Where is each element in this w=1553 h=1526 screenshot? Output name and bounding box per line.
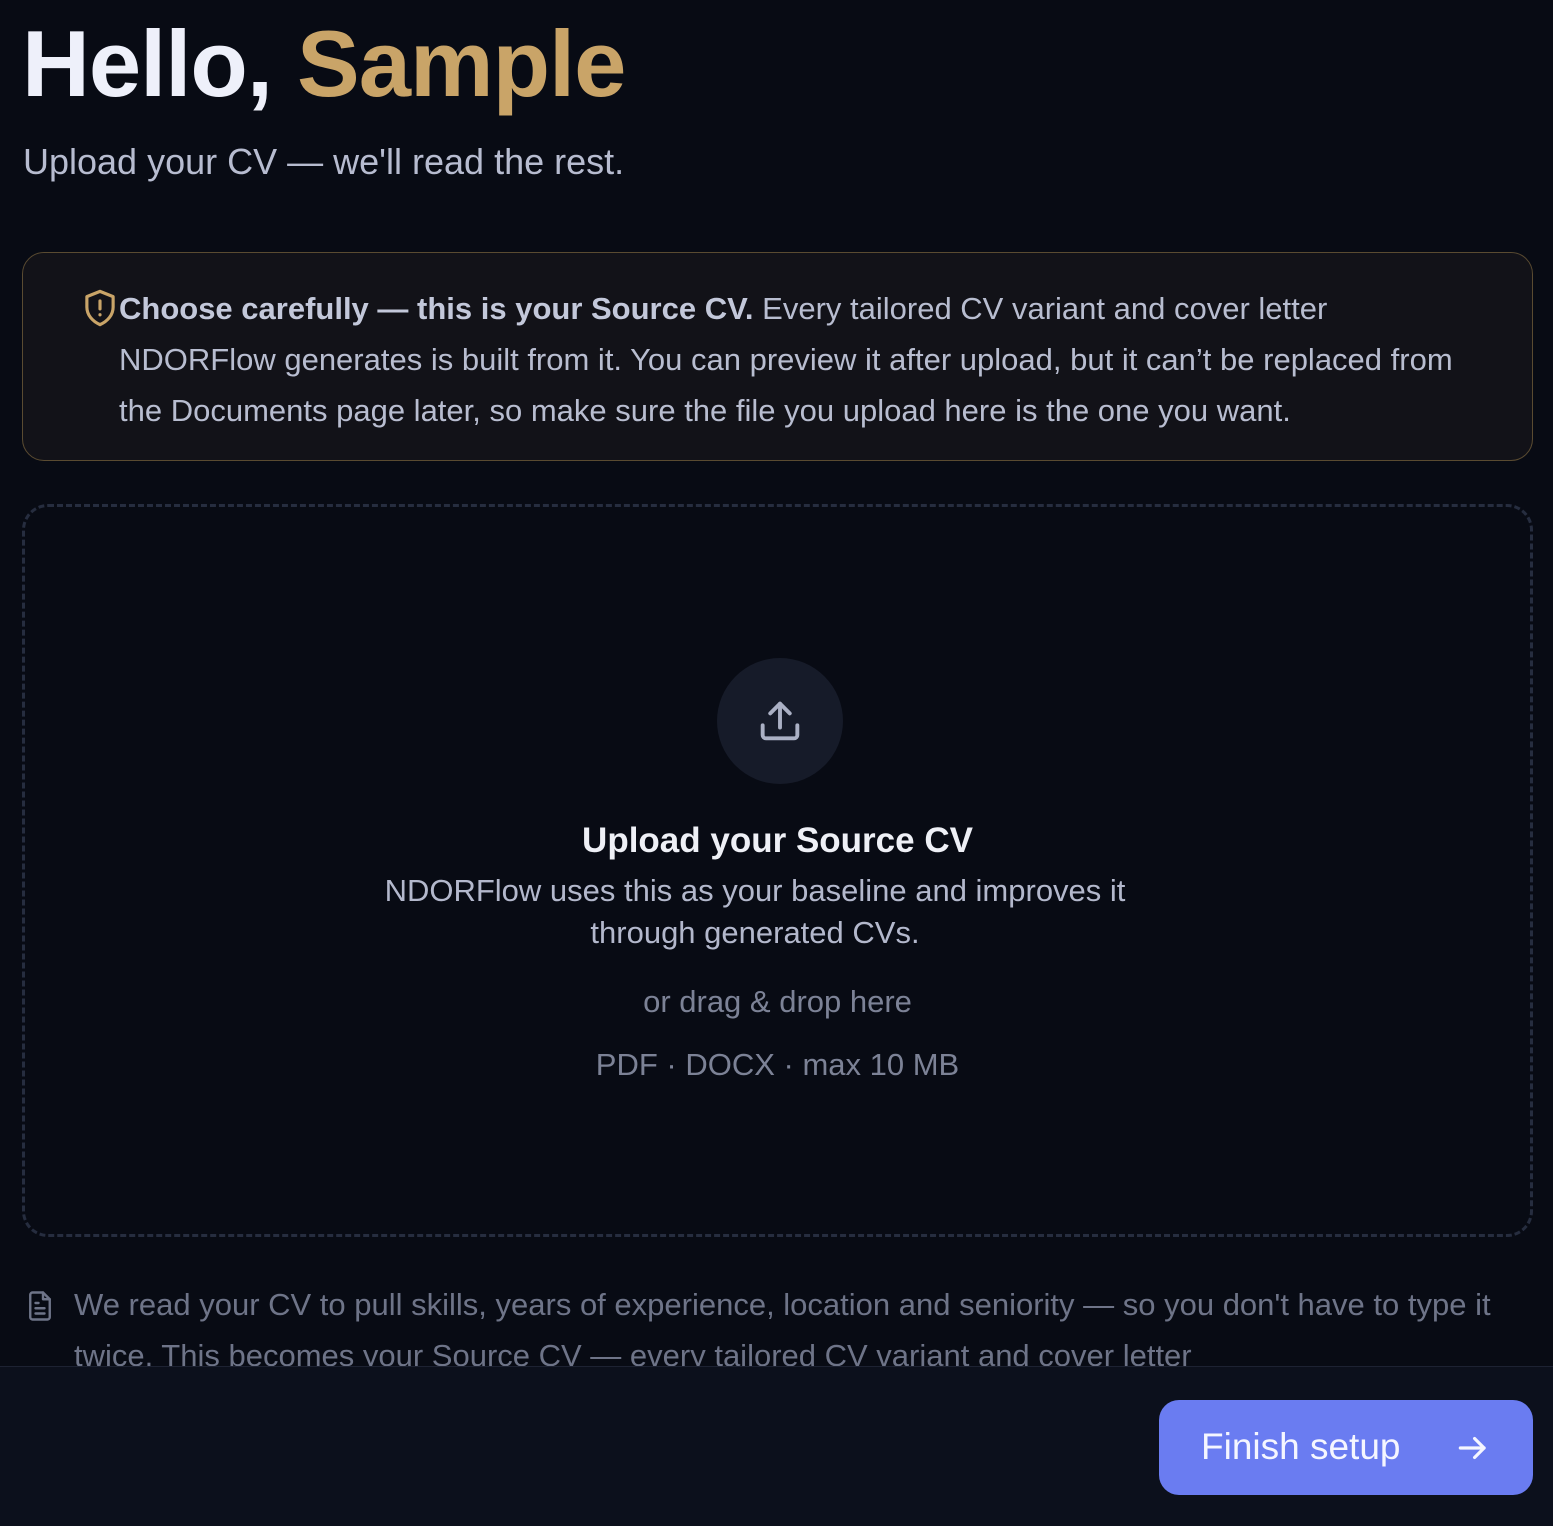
source-cv-warning: Choose carefully — this is your Source C… [22, 252, 1533, 461]
upload-icon [760, 701, 800, 741]
page-title: Hello, Sample [22, 11, 626, 116]
document-icon [29, 1291, 51, 1321]
warning-text: Choose carefully — this is your Source C… [119, 283, 1492, 436]
finish-setup-label: Finish setup [1201, 1426, 1401, 1467]
content-scroll-area[interactable]: Hello, Sample Upload your CV — we'll rea… [0, 0, 1553, 1366]
dropzone-description: NDORFlow uses this as your baseline and … [384, 873, 1126, 950]
page-subtitle: Upload your CV — we'll read the rest. [23, 141, 625, 182]
footer-bar: Finish setup [0, 1366, 1553, 1526]
dropzone-title: Upload your Source CV [582, 821, 973, 860]
shield-alert-icon [85, 289, 115, 327]
cv-info-note: We read your CV to pull skills, years of… [22, 1279, 1533, 1366]
warning-title: Choose carefully — this is your Source C… [119, 291, 754, 326]
info-note-text: We read your CV to pull skills, years of… [74, 1287, 1491, 1366]
user-name: Sample [297, 11, 626, 116]
finish-setup-button[interactable]: Finish setup [1159, 1400, 1533, 1495]
onboarding-page: Hello, Sample Upload your CV — we'll rea… [0, 0, 1553, 1526]
drag-drop-hint: or drag & drop here [643, 984, 912, 1019]
arrow-right-icon [1458, 1436, 1486, 1460]
upload-icon-container [717, 658, 843, 784]
accepted-formats: PDF · DOCX · max 10 MB [595, 1047, 960, 1082]
greeting-prefix: Hello, [22, 11, 298, 116]
